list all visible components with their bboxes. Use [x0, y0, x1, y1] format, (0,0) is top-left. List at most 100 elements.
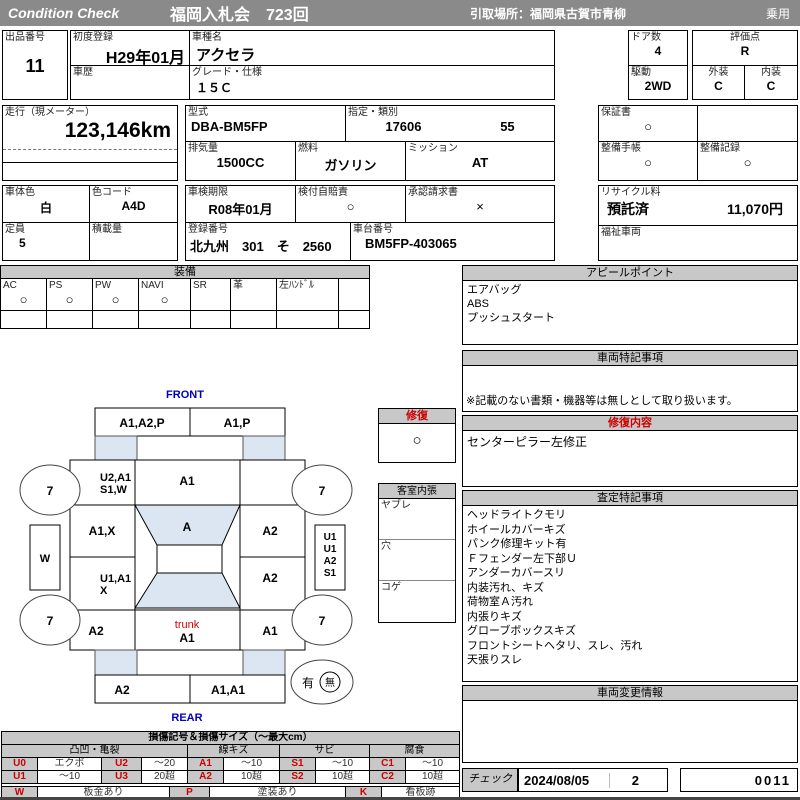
auction-title: 福岡入札会 723回: [170, 7, 309, 24]
legend-code: P: [170, 787, 210, 797]
legend-desc: 〜10: [316, 758, 370, 771]
equip-mark-ac: ○: [19, 292, 28, 307]
chassis-no-value: BM5FP-403065: [365, 236, 457, 251]
lot-number-box: 出品番号 11: [2, 30, 68, 100]
strip-right-cell-3: A2: [324, 556, 337, 567]
strip-right-cell-2: U1: [324, 544, 337, 555]
spec-box: 型式 DBA-BM5FP 指定・類別 17606 55 排気量 1500CC 燃…: [185, 105, 555, 181]
legend-code: U0: [2, 758, 38, 771]
vehicle-category: 乗用: [765, 6, 790, 21]
equip-mark-navi: ○: [160, 292, 169, 307]
color-capacity-box: 車体色 白 色コード A4D 定員 5 積載量: [2, 185, 178, 261]
cabin-row-burn: コゲ: [381, 582, 401, 593]
equip-label-sr: SR: [193, 280, 207, 291]
change-info-title: 車両変更情報: [463, 686, 797, 701]
transmission-label: ミッション: [408, 143, 458, 154]
legend-title: 損傷記号＆損傷サイズ（〜最大cm）: [2, 732, 460, 745]
cabin-lining-box: 客室内張 ヤブレ 穴 コゲ: [378, 483, 456, 623]
wheel-front-left: 7: [47, 484, 54, 498]
fuel-value: ガソリン: [324, 158, 377, 173]
legend-desc: 〜10: [38, 771, 102, 784]
wheel-front-right: 7: [319, 484, 326, 498]
check-date-box: 2024/08/05 2: [518, 768, 668, 792]
exterior-value: C: [714, 79, 723, 93]
drive-label: 駆動: [631, 67, 651, 78]
equipment-title: 装備: [1, 266, 369, 279]
mirror-strip-left-cell: W: [40, 553, 51, 565]
legend-code: W: [2, 787, 38, 797]
legend-code: S1: [280, 758, 316, 771]
repair-flag-title: 修復: [379, 409, 455, 424]
inspection-value: R08年01月: [208, 202, 273, 217]
appeal-item: ABS: [467, 298, 490, 310]
equip-label-extra: [339, 279, 369, 281]
assessment-item: フロントシートヘタリ、スレ、汚れ: [467, 639, 643, 652]
condition-check-sheet: Condition Check 福岡入札会 723回 引取場所：福岡県古賀市青柳…: [0, 0, 800, 800]
mileage-box: 走行（現メーター） 123,146km: [2, 105, 178, 181]
lot-number-value: 11: [25, 56, 45, 76]
presence-yes-label: 有: [302, 676, 314, 690]
front-bumper-left-cell: A1,A2,P: [119, 416, 164, 430]
score-box: 評価点 R 外装 C 内装 C: [692, 30, 798, 100]
displacement-value: 1500CC: [216, 155, 265, 170]
appeal-points-title: アピールポイント: [463, 266, 797, 281]
side-rear-right-cell: A2: [262, 571, 278, 585]
cabin-row-tear: ヤブレ: [381, 500, 411, 511]
transmission-value: AT: [471, 155, 489, 170]
warranty-mark: ○: [644, 119, 652, 134]
door-front-left-cell: A1,X: [89, 524, 116, 538]
first-reg-value: H29年01月: [105, 50, 185, 67]
quarter-left-cell: A2: [88, 624, 104, 638]
recycle-label: リサイクル料: [601, 187, 661, 198]
appeal-item: エアバッグ: [467, 284, 522, 296]
rear-bumper-left-cell: A2: [114, 683, 130, 697]
appeal-item: プッシュスタート: [467, 312, 555, 324]
drive-value: 2WD: [644, 79, 672, 93]
legend-group-scratch: 線キズ: [188, 745, 280, 758]
strip-right-cell-4: S1: [324, 568, 337, 579]
legend-desc: 塗装あり: [210, 787, 346, 797]
rear-label: REAR: [171, 712, 202, 724]
inspection-reg-box: 車検期限 R08年01月 検付自賠責 ○ 承認請求書 × 登録番号 北九州 30…: [185, 185, 555, 261]
cabin-lining-title: 客室内張: [379, 484, 455, 499]
vehicle-notes-box: 車両特記事項 ※記載のない書類・機器等は無しとして取り扱います。: [462, 350, 798, 412]
check-date: 2024/08/05: [524, 772, 590, 788]
model-name-label: 車種名: [192, 32, 222, 43]
legend-code: K: [346, 787, 382, 797]
change-info-box: 車両変更情報: [462, 685, 798, 763]
approval-label: 承認請求書: [408, 187, 458, 198]
legend-code: C1: [370, 758, 406, 771]
legend-code: U1: [2, 771, 38, 784]
lot-number-label: 出品番号: [5, 32, 45, 43]
equip-label-ps: PS: [49, 280, 63, 291]
recycle-welfare-box: リサイクル料 預託済 11,070円 福祉車両: [598, 185, 798, 261]
color-code-label: 色コード: [92, 187, 132, 198]
assessment-item: ホイールカバーキズ: [467, 523, 566, 536]
damage-legend: 損傷記号＆損傷サイズ（〜最大cm） 凸凹・亀裂 線キズ サビ 腐食 U0 エクボ…: [1, 731, 460, 797]
wheel-rear-left: 7: [47, 614, 54, 628]
class-no-value1: 17606: [385, 119, 422, 134]
welfare-label: 福祉車両: [601, 227, 641, 238]
assessment-item: 内張りキズ: [467, 610, 522, 623]
recycle-fee: 11,070円: [726, 201, 783, 217]
strip-right-cell-1: U1: [324, 532, 337, 543]
grade-value: １５Ｃ: [196, 81, 233, 95]
rear-bumper-right-cell: A1,A1: [211, 683, 245, 697]
assessment-item: ヘッドライトクモリ: [467, 509, 566, 521]
equip-label-pw: PW: [95, 280, 112, 291]
body-color-label: 車体色: [5, 187, 35, 198]
assessment-item: 荷物室Ａ汚れ: [467, 596, 533, 608]
interior-value: C: [766, 79, 776, 93]
front-label: FRONT: [166, 389, 204, 401]
vehicle-notes-disclaimer: ※記載のない書類・機器等は無しとして取り扱います。: [466, 395, 738, 407]
legend-code: S2: [280, 771, 316, 784]
legend-desc: 看板跡: [382, 787, 460, 797]
legend-desc: 〜20: [142, 758, 188, 771]
trunk-label: trunk: [175, 619, 200, 631]
repair-flag-mark: ○: [412, 432, 422, 449]
wheel-rear-right: 7: [319, 614, 326, 628]
legend-desc: 10超: [224, 771, 280, 784]
check-count: 2: [608, 772, 667, 788]
insurance-label: 検付自賠責: [298, 187, 348, 198]
load-label: 積載量: [92, 224, 122, 235]
